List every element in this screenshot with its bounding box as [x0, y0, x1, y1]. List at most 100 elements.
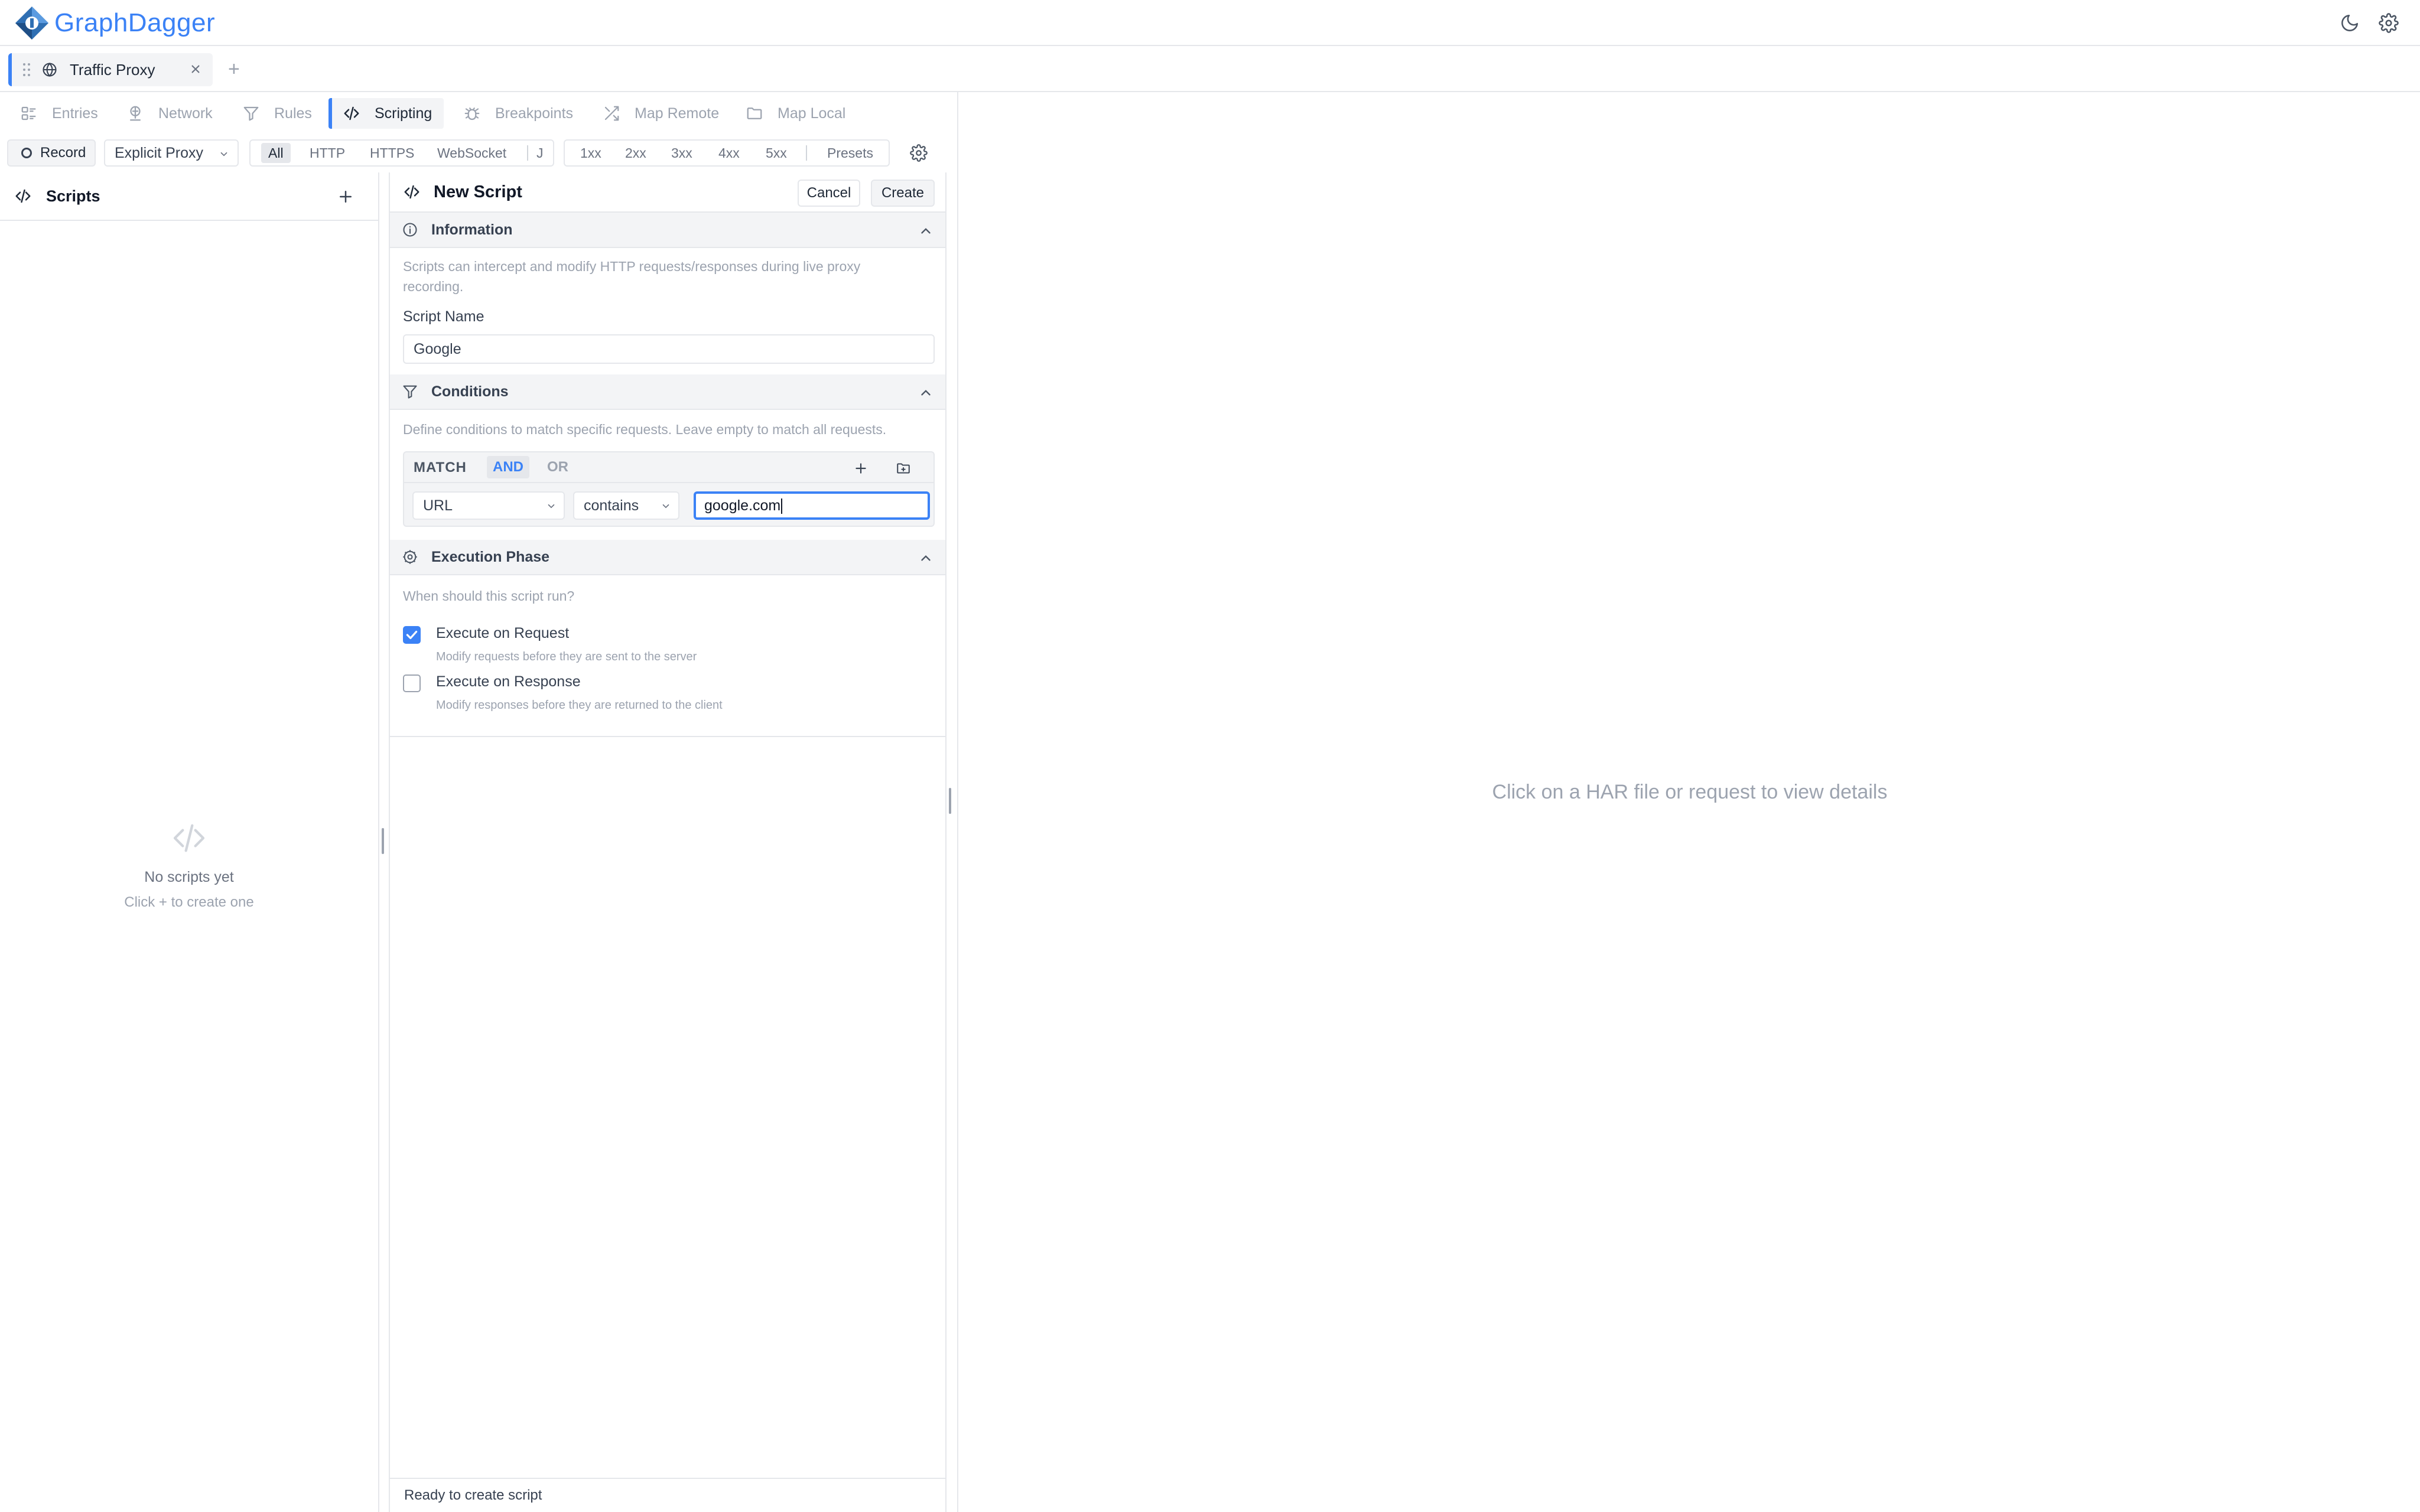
scripts-sidebar: Scripts No scripts yet Click + to create…: [0, 172, 379, 1512]
status-code-filter: 1xx 2xx 3xx 4xx 5xx Presets: [564, 139, 890, 167]
condition-value-input[interactable]: google.com: [694, 491, 930, 520]
feature-nav: Entries Network Rules Scripting Breakpoi…: [0, 92, 956, 135]
top-bar: GraphDagger: [0, 0, 2420, 46]
graphdagger-logo-icon: [15, 6, 48, 40]
execution-question: When should this script run?: [403, 588, 575, 604]
add-script-button[interactable]: [337, 188, 354, 206]
chevron-up-icon[interactable]: [918, 223, 933, 239]
script-name-label: Script Name: [403, 308, 484, 325]
proxy-mode-select[interactable]: Explicit Proxy: [104, 139, 239, 167]
chevron-down-icon: [662, 504, 669, 509]
filter-icon: [403, 385, 417, 399]
nav-item-network[interactable]: Network: [126, 98, 213, 129]
status-1xx[interactable]: 1xx: [580, 141, 601, 165]
execute-on-request-option[interactable]: Execute on Request Modify requests befor…: [403, 625, 697, 664]
condition-field-select[interactable]: URL: [412, 491, 565, 520]
add-condition-icon[interactable]: [853, 461, 869, 476]
status-4xx[interactable]: 4xx: [718, 141, 740, 165]
protocol-all[interactable]: All: [261, 143, 291, 163]
execute-on-request-description: Modify requests before they are sent to …: [436, 650, 697, 663]
status-2xx[interactable]: 2xx: [625, 141, 646, 165]
empty-hint: Click + to create one: [124, 894, 254, 910]
workspace-tab-label: Traffic Proxy: [70, 60, 155, 79]
app-logo[interactable]: GraphDagger: [14, 5, 215, 41]
execute-on-response-option[interactable]: Execute on Response Modify responses bef…: [403, 673, 723, 712]
execute-on-response-text: Execute on Response Modify responses bef…: [436, 673, 723, 712]
information-description: Scripts can intercept and modify HTTP re…: [403, 259, 861, 294]
record-label: Record: [40, 145, 86, 161]
condition-operator-value: contains: [584, 497, 639, 514]
gear-icon: [403, 550, 417, 564]
code-icon: [404, 185, 419, 199]
execute-on-response-checkbox[interactable]: [403, 674, 421, 692]
protocol-divider: [527, 145, 528, 161]
nav-item-map-local[interactable]: Map Local: [746, 98, 845, 129]
status-3xx[interactable]: 3xx: [671, 141, 692, 165]
editor-header: New Script Cancel Create: [390, 172, 945, 213]
nav-item-entries[interactable]: Entries: [20, 98, 98, 129]
information-section-header[interactable]: Information: [390, 213, 945, 248]
nav-item-label: Network: [158, 105, 213, 122]
proxy-toolbar: Record Explicit Proxy All HTTP HTTPS Web…: [0, 135, 956, 172]
editor-status-bar: Ready to create script: [390, 1478, 945, 1512]
text-cursor: [781, 498, 783, 514]
script-name-input[interactable]: Google: [403, 334, 935, 364]
protocol-filter: All HTTP HTTPS WebSocket J: [249, 139, 554, 167]
nav-item-rules[interactable]: Rules: [242, 98, 312, 129]
protocol-https[interactable]: HTTPS: [370, 141, 414, 165]
execute-on-request-checkbox[interactable]: [403, 626, 421, 644]
protocol-truncated[interactable]: J: [536, 141, 544, 165]
condition-value-text: google.com: [704, 497, 781, 514]
record-icon: [21, 148, 32, 158]
add-tab-button[interactable]: +: [228, 59, 240, 79]
filter-settings-icon[interactable]: [910, 144, 928, 162]
code-icon: [173, 824, 205, 852]
chevron-down-icon: [548, 504, 555, 509]
match-label: MATCH: [414, 460, 467, 475]
execute-on-response-label: Execute on Response: [436, 673, 581, 690]
add-group-icon[interactable]: [896, 461, 911, 476]
nav-item-map-remote[interactable]: Map Remote: [603, 98, 719, 129]
cancel-button[interactable]: Cancel: [798, 180, 860, 207]
moon-icon[interactable]: [2340, 13, 2360, 33]
execute-on-request-label: Execute on Request: [436, 625, 570, 641]
condition-operator-select[interactable]: contains: [573, 491, 679, 520]
sidebar-resize-handle[interactable]: [382, 828, 384, 854]
scripts-title: Scripts: [46, 187, 100, 205]
script-editor: New Script Cancel Create Information Scr…: [389, 172, 946, 1512]
logic-or-button[interactable]: OR: [541, 456, 574, 478]
conditions-section-header[interactable]: Conditions: [390, 374, 945, 410]
nav-item-scripting[interactable]: Scripting: [328, 98, 444, 129]
folder-icon: [747, 107, 762, 119]
gear-icon[interactable]: [2379, 13, 2399, 33]
globe-icon: [43, 62, 57, 77]
editor-resize-handle[interactable]: [949, 788, 951, 814]
information-title: Information: [431, 221, 513, 238]
execution-section-header[interactable]: Execution Phase: [390, 540, 945, 575]
close-icon[interactable]: [188, 61, 203, 77]
execute-on-request-text: Execute on Request Modify requests befor…: [436, 625, 697, 664]
status-5xx[interactable]: 5xx: [766, 141, 787, 165]
protocol-http[interactable]: HTTP: [310, 141, 345, 165]
bug-icon: [464, 107, 480, 120]
workspace-tab-traffic-proxy[interactable]: Traffic Proxy: [8, 53, 213, 86]
record-button[interactable]: Record: [7, 139, 96, 167]
list-icon: [21, 106, 36, 120]
scripts-empty-state: No scripts yet Click + to create one: [0, 819, 378, 911]
create-button[interactable]: Create: [871, 180, 935, 207]
shuffle-icon: [604, 106, 619, 121]
code-icon: [15, 189, 31, 203]
protocol-websocket[interactable]: WebSocket: [437, 141, 506, 165]
logic-and-button[interactable]: AND: [487, 456, 529, 478]
drag-handle-icon[interactable]: [22, 62, 31, 77]
nav-item-breakpoints[interactable]: Breakpoints: [463, 98, 573, 129]
presets-button[interactable]: Presets: [827, 141, 873, 165]
chevron-up-icon[interactable]: [918, 385, 933, 400]
condition-field-value: URL: [423, 497, 453, 514]
nav-item-label: Rules: [274, 105, 312, 122]
nav-item-label: Map Remote: [635, 105, 720, 122]
chevron-up-icon[interactable]: [918, 550, 933, 566]
scripts-header: Scripts: [0, 172, 378, 221]
info-icon: [403, 223, 417, 237]
workspace-tab-strip: Traffic Proxy +: [0, 46, 2420, 92]
